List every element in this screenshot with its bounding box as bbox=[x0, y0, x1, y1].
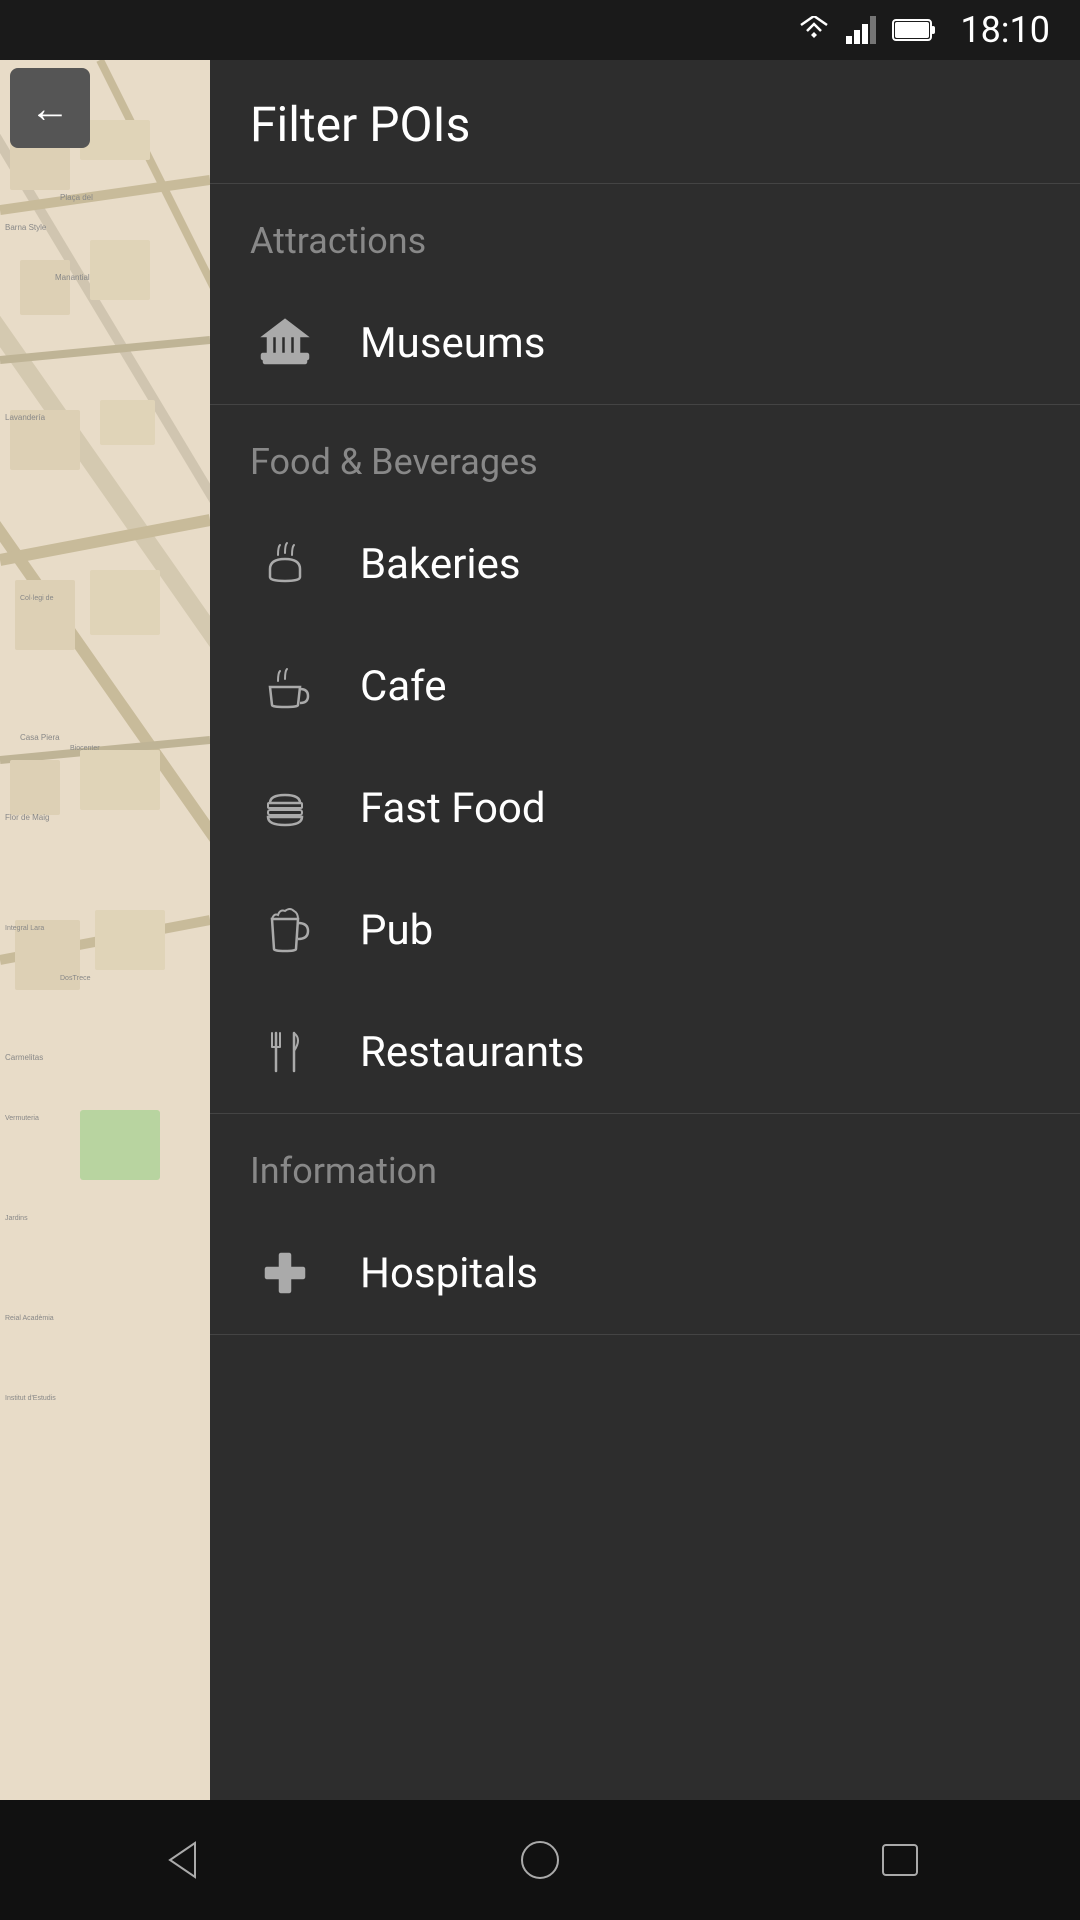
svg-text:▪: ▪ bbox=[80, 1163, 83, 1172]
svg-text:DosТгece: DosТгece bbox=[60, 975, 91, 982]
cafe-label: Cafe bbox=[360, 662, 447, 711]
nav-bar bbox=[0, 1800, 1080, 1920]
pub-icon bbox=[250, 895, 320, 965]
nav-back-button[interactable] bbox=[120, 1820, 240, 1900]
restaurant-icon bbox=[250, 1017, 320, 1087]
panel-title: Filter POIs bbox=[250, 96, 470, 153]
hospital-icon bbox=[250, 1238, 320, 1308]
panel-header: Filter POIs bbox=[210, 60, 1080, 184]
svg-text:Manantial: Manantial bbox=[55, 273, 90, 282]
menu-item-fast-food[interactable]: Fast Food bbox=[210, 747, 1080, 869]
wifi-icon bbox=[796, 16, 832, 44]
svg-text:Lavandería: Lavandería bbox=[5, 413, 46, 422]
nav-home-button[interactable] bbox=[480, 1820, 600, 1900]
section-title-attractions: Attractions bbox=[210, 184, 1080, 282]
fast-food-label: Fast Food bbox=[360, 784, 546, 833]
menu-item-museums[interactable]: Museums bbox=[210, 282, 1080, 404]
svg-text:Barna Style: Barna Style bbox=[5, 223, 47, 232]
svg-text:Integral Lara: Integral Lara bbox=[5, 925, 44, 932]
hospitals-label: Hospitals bbox=[360, 1249, 538, 1298]
svg-text:Casa Piera: Casa Piera bbox=[20, 733, 60, 742]
restaurants-label: Restaurants bbox=[360, 1028, 584, 1077]
svg-text:Flor de Maig: Flor de Maig bbox=[5, 813, 49, 822]
menu-item-hospitals[interactable]: Hospitals bbox=[210, 1212, 1080, 1334]
section-attractions: Attractions Museums bbox=[210, 184, 1080, 405]
back-arrow-icon: ← bbox=[30, 85, 70, 132]
bakeries-label: Bakeries bbox=[360, 540, 521, 589]
section-information: Information Hospitals bbox=[210, 1114, 1080, 1335]
menu-item-cafe[interactable]: Cafe bbox=[210, 625, 1080, 747]
signal-icon bbox=[846, 16, 878, 44]
svg-text:Reial Acadèmia: Reial Acadèmia bbox=[5, 1315, 54, 1322]
menu-item-bakeries[interactable]: Bakeries bbox=[210, 503, 1080, 625]
museum-icon bbox=[250, 308, 320, 378]
svg-text:Carmelitas: Carmelitas bbox=[5, 1053, 43, 1062]
back-button[interactable]: ← bbox=[10, 68, 90, 148]
nav-recent-icon bbox=[875, 1835, 925, 1885]
status-icons: 18:10 bbox=[796, 9, 1050, 51]
pub-label: Pub bbox=[360, 906, 433, 955]
svg-text:Institut d'Estudis: Institut d'Estudis bbox=[5, 1395, 56, 1402]
status-bar: 18:10 bbox=[0, 0, 1080, 60]
svg-text:Plaça del: Plaça del bbox=[60, 193, 93, 202]
nav-recent-button[interactable] bbox=[840, 1820, 960, 1900]
status-time: 18:10 bbox=[960, 9, 1050, 51]
cafe-icon bbox=[250, 651, 320, 721]
map-canvas: Bar Castells Barna Style Plaça del Manan… bbox=[0, 60, 210, 1860]
battery-icon bbox=[892, 18, 936, 42]
section-title-food: Food & Beverages bbox=[210, 405, 1080, 503]
museums-label: Museums bbox=[360, 319, 545, 368]
map-area: Bar Castells Barna Style Plaça del Manan… bbox=[0, 60, 210, 1860]
svg-text:Vermuteria: Vermuteria bbox=[5, 1115, 39, 1122]
fastfood-icon bbox=[250, 773, 320, 843]
menu-item-pub[interactable]: Pub bbox=[210, 869, 1080, 991]
nav-back-icon bbox=[155, 1835, 205, 1885]
svg-text:Jardins: Jardins bbox=[5, 1215, 28, 1222]
section-title-information: Information bbox=[210, 1114, 1080, 1212]
section-food-beverages: Food & Beverages Bakeries bbox=[210, 405, 1080, 1114]
filter-panel: Filter POIs Attractions Museums bbox=[210, 60, 1080, 1920]
menu-item-restaurants[interactable]: Restaurants bbox=[210, 991, 1080, 1113]
bakery-icon bbox=[250, 529, 320, 599]
nav-home-icon bbox=[515, 1835, 565, 1885]
svg-text:Biocenter: Biocenter bbox=[70, 745, 100, 752]
svg-text:Col·legi de: Col·legi de bbox=[20, 595, 54, 602]
